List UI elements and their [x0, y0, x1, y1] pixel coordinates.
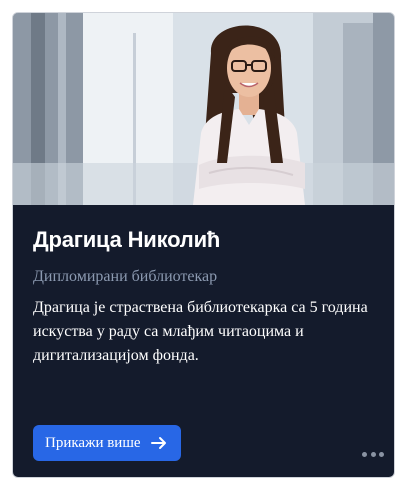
profile-photo	[13, 13, 394, 205]
person-name: Драгица Николић	[33, 227, 221, 252]
show-more-button[interactable]: Прикажи више	[33, 425, 181, 461]
arrow-right-icon	[150, 436, 167, 450]
show-more-label: Прикажи више	[45, 434, 141, 451]
person-bio: Драгица је страствена библиотекарка са 5…	[33, 299, 368, 364]
menu-dot	[370, 451, 376, 457]
more-horizontal-icon[interactable]	[362, 449, 384, 459]
profile-card: Драгица Николић Дипломирани библиотекар …	[12, 12, 395, 478]
person-title: Дипломирани библиотекар	[33, 268, 218, 285]
menu-dot	[379, 451, 384, 457]
menu-dot	[362, 451, 367, 457]
